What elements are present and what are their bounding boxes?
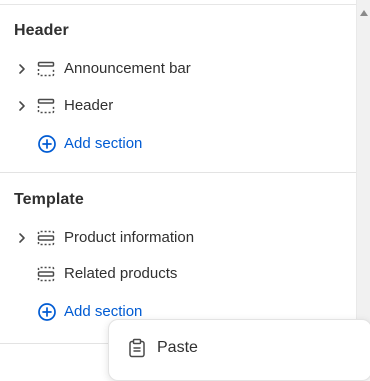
template-group-title: Template (14, 191, 84, 208)
tree-item-label: Product information (64, 229, 195, 246)
template-section-icon (37, 230, 55, 246)
scroll-up-arrow-icon[interactable] (360, 10, 368, 16)
tree-item-label: Related products (64, 265, 178, 282)
header-section-icon (37, 61, 55, 77)
chevron-right-icon[interactable] (17, 100, 27, 112)
plus-circle-icon (38, 135, 56, 153)
header-group-title: Header (14, 22, 69, 39)
clipboard-icon (129, 338, 145, 358)
group-divider (0, 172, 356, 173)
header-section-icon (37, 98, 55, 114)
vertical-scrollbar[interactable] (356, 0, 370, 364)
add-section-label: Add section (64, 303, 143, 320)
chevron-right-icon[interactable] (17, 63, 27, 75)
add-section-label: Add section (64, 135, 143, 152)
paste-menu-item[interactable]: Paste (109, 320, 370, 376)
template-section-icon (37, 266, 55, 282)
tree-item-label: Header (64, 97, 114, 114)
context-menu: Paste (108, 319, 370, 381)
tree-item-product-information[interactable]: Product information (0, 223, 356, 253)
chevron-right-icon[interactable] (17, 232, 27, 244)
tree-item-announcement-bar[interactable]: Announcement bar (0, 54, 356, 84)
section-tree-panel: Header Announcement bar Header Add secti… (0, 0, 356, 364)
paste-label: Paste (157, 339, 198, 356)
top-divider (0, 4, 356, 5)
tree-item-label: Announcement bar (64, 60, 191, 77)
group-divider (0, 343, 108, 344)
add-section-button-header[interactable]: Add section (0, 129, 356, 159)
tree-item-related-products[interactable]: Related products (0, 259, 356, 289)
tree-item-header[interactable]: Header (0, 91, 356, 121)
plus-circle-icon (38, 303, 56, 321)
